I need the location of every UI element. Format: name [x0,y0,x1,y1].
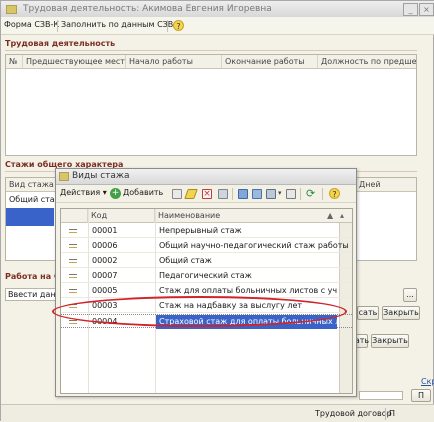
work-grid-header: № Предшествующее мест... Начало работы О… [6,55,416,69]
clear-filter-icon[interactable] [286,189,296,199]
row-code: 00006 [92,241,118,250]
item-icon [69,244,77,248]
status-divider [385,408,386,420]
table-row[interactable]: 00006 Общий научно-педагогический стаж р… [61,239,352,253]
toolbar-divider [322,188,323,200]
column-header-kind[interactable]: Вид стажа [6,178,58,192]
close-button[interactable]: Закрыть [382,306,420,320]
item-icon [69,259,77,263]
column-header-icon [61,209,88,223]
minimize-icon[interactable]: _ [403,3,418,16]
section-divider [5,50,417,51]
toolbar-divider [232,188,233,200]
scroll-up-icon[interactable]: ▴ [340,211,344,220]
labor-contract-tab[interactable]: Трудовой договор [315,409,392,418]
status-bar: Трудовой договор П [1,404,434,422]
table-row[interactable]: 00001 Непрерывный стаж [61,224,352,238]
copy-icon[interactable] [172,189,182,199]
column-header-end[interactable]: Окончание работы [222,55,318,69]
edit-icon[interactable] [184,189,198,199]
item-icon [69,229,77,233]
close-button-secondary[interactable]: Закрыть [371,334,409,348]
column-header-code[interactable]: Код [88,209,155,223]
window-title: Трудовая деятельность: Акимова Евгения И… [23,4,272,14]
filter-list-icon[interactable] [266,189,276,199]
column-header-number[interactable]: № [6,55,23,69]
column-header-previous-place[interactable]: Предшествующее мест... [23,55,126,69]
column-header-days[interactable]: Дней [356,178,416,192]
toolbar-divider [57,20,58,32]
toolbar-divider [167,20,168,32]
actions-label: Действия [60,188,101,197]
filter-value-icon[interactable] [252,189,262,199]
row-code: 00005 [92,286,118,295]
table-row[interactable]: 00007 Педагогический стаж [61,269,352,283]
column-header-start[interactable]: Начало работы [126,55,222,69]
row-name: Непрерывный стаж [159,226,242,235]
delete-icon[interactable]: × [202,189,212,199]
mark-icon[interactable] [218,189,228,199]
general-row-label[interactable]: Общий стаж [9,193,62,207]
add-icon: + [110,188,121,199]
work-grid[interactable]: № Предшествующее мест... Начало работы О… [5,54,417,156]
save-button-partial[interactable]: сать [357,306,379,320]
item-icon [69,320,77,324]
sort-asc-icon[interactable]: ▲ [327,211,333,220]
work-types-dialog: Виды стажа Действия ▾ + Добавить × ▾ ⟳ ?… [55,168,357,397]
select-button[interactable]: ... [403,288,417,302]
fill-by-szv-k-button[interactable]: Заполнить по данным СЗВ-К [61,20,182,29]
toolbar-divider [300,188,301,200]
dialog-toolbar: Действия ▾ + Добавить × ▾ ⟳ ? [56,185,356,203]
app-icon [6,5,17,14]
row-name: Педагогический стаж [159,271,252,280]
filter-icon[interactable] [238,189,248,199]
work-in-input[interactable]: Ввести данны [5,288,56,301]
table-row[interactable]: 00002 Общий стаж [61,254,352,268]
filter-dropdown-icon[interactable]: ▾ [278,189,282,197]
dialog-title: Виды стажа [72,171,130,181]
row-name: Общий научно-педагогический стаж работы [159,241,349,250]
column-header-name[interactable]: Наименование [155,209,339,223]
actions-menu[interactable]: Действия ▾ [60,188,107,197]
p-tab[interactable]: П [389,409,395,418]
background-toolbar: Форма СЗВ-К Заполнить по данным СЗВ-К ? [1,17,434,35]
work-section-title: Трудовая деятельность [5,39,116,48]
column-header-position[interactable]: Должность по предшес... [318,55,416,69]
close-window-icon[interactable]: × [419,3,434,16]
item-icon [69,274,77,278]
dialog-help-icon[interactable]: ? [329,188,340,199]
add-button[interactable]: Добавить [123,188,163,197]
skr-link[interactable]: Скр [421,377,434,386]
help-icon[interactable]: ? [173,20,184,31]
item-icon [69,289,77,293]
selected-cell[interactable] [6,208,54,226]
work-in-section-title: Работа на С [5,272,60,281]
dialog-icon [59,172,69,181]
chevron-down-icon: ▾ [102,188,107,197]
print-button[interactable]: П [411,389,431,402]
dialog-title-bar: Виды стажа [56,169,356,185]
highlight-annotation [52,296,347,327]
refresh-icon[interactable]: ⟳ [306,187,315,200]
secondary-input[interactable] [359,391,403,400]
row-code: 00002 [92,256,118,265]
row-code: 00001 [92,226,118,235]
form-szv-k-button[interactable]: Форма СЗВ-К [4,20,59,29]
table-header: Код Наименование ▲ ▴ [61,209,352,223]
row-code: 00007 [92,271,118,280]
row-name: Общий стаж [159,256,212,265]
